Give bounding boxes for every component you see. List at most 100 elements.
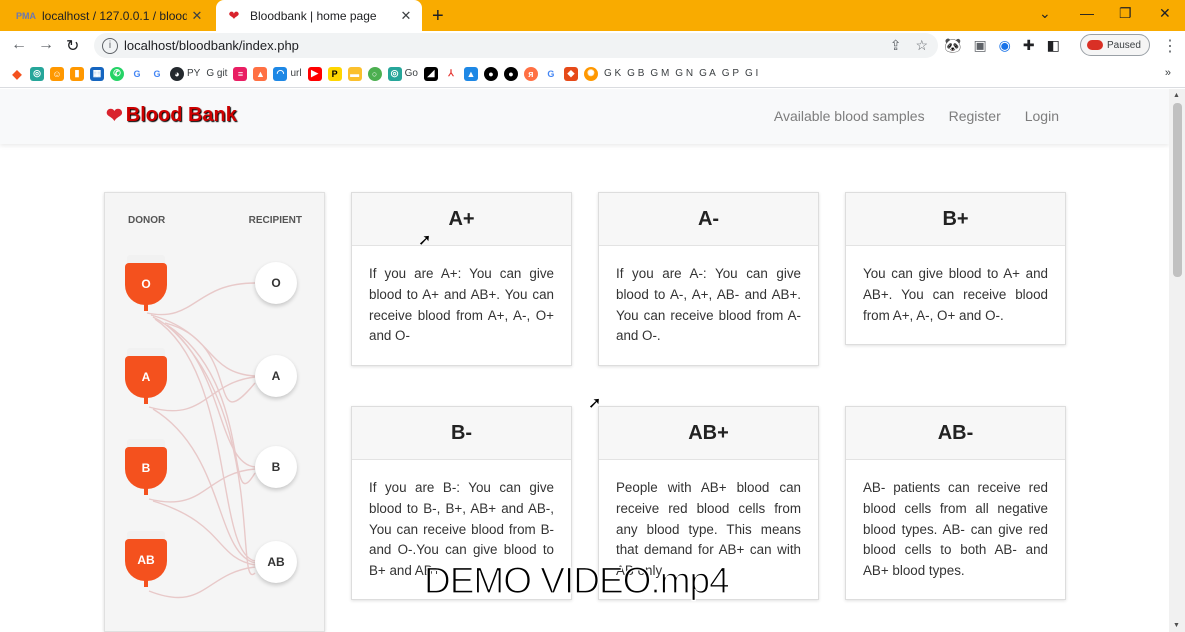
- bookmark-item[interactable]: ⅄: [443, 66, 458, 81]
- scrollbar-thumb[interactable]: [1173, 103, 1182, 277]
- extensions-puzzle-icon[interactable]: ✚: [1023, 37, 1035, 54]
- blood-compatibility-diagram: DONOR RECIPIENT O A B AB O A B AB: [104, 192, 325, 632]
- card-a-negative: A- If you are A-: You can give blood to …: [598, 192, 819, 367]
- mouse-cursor-icon: ➚: [418, 232, 432, 249]
- browser-tab-strip: PMA localhost / 127.0.0.1 / bloodbank ✕ …: [0, 0, 1185, 31]
- card-text: AB- patients can receive red blood cells…: [863, 480, 1048, 579]
- bookmark-item[interactable]: ●: [503, 66, 518, 81]
- site-info-icon[interactable]: i: [102, 37, 118, 54]
- bookmark-item[interactable]: G N: [675, 68, 693, 79]
- extension-blue-icon[interactable]: ◉: [999, 37, 1011, 54]
- card-text: If you are A-: You can give blood to A-,…: [616, 266, 801, 344]
- bookmark-item[interactable]: G A: [699, 68, 716, 79]
- tab-phpmyadmin[interactable]: PMA localhost / 127.0.0.1 / bloodbank ✕: [8, 0, 213, 31]
- bookmark-item[interactable]: G K: [604, 68, 621, 79]
- card-title: A+: [352, 193, 571, 246]
- bookmark-item[interactable]: ◆: [563, 66, 578, 81]
- bookmark-item[interactable]: ▬: [347, 66, 362, 81]
- donor-bag-b: B: [123, 439, 169, 495]
- bookmark-item[interactable]: ☺: [50, 66, 64, 81]
- address-bar[interactable]: i localhost/bloodbank/index.php ⇪ ☆: [94, 33, 938, 58]
- new-tab-icon[interactable]: +: [432, 5, 444, 28]
- close-tab-icon[interactable]: ✕: [187, 8, 207, 24]
- phpmyadmin-icon: PMA: [16, 10, 36, 21]
- mouse-cursor-icon: ➚: [588, 395, 602, 412]
- restore-icon[interactable]: ❐: [1119, 5, 1132, 22]
- bookmark-item[interactable]: ▲: [253, 66, 268, 81]
- bookmark-item[interactable]: ◠ url: [273, 66, 302, 81]
- donor-label: DONOR: [128, 215, 166, 226]
- forward-icon[interactable]: →: [38, 36, 54, 54]
- bookmark-item[interactable]: ✺: [583, 66, 598, 81]
- share-icon[interactable]: ⇪: [890, 37, 902, 54]
- tab-title: localhost / 127.0.0.1 / bloodbank: [42, 8, 187, 23]
- nav-login[interactable]: Login: [1025, 108, 1059, 124]
- bookmark-item[interactable]: ▲: [463, 66, 478, 81]
- bookmark-item[interactable]: G: [544, 67, 558, 81]
- tab-title: Bloodbank | home page: [250, 8, 377, 23]
- brand-text: Blood Bank: [125, 104, 237, 126]
- bookmark-item[interactable]: я: [523, 66, 538, 81]
- bookmark-item[interactable]: G git: [206, 68, 227, 79]
- browser-toolbar: ← → ↻ i localhost/bloodbank/index.php ⇪ …: [0, 31, 1185, 60]
- donor-bag-o: O: [123, 255, 169, 311]
- donor-a-label: A: [125, 356, 167, 398]
- recipient-a: A: [255, 355, 297, 397]
- bookmark-item[interactable]: G: [130, 67, 144, 81]
- extension-panda-icon[interactable]: 🐼: [944, 37, 961, 54]
- tab-search-chevron-icon[interactable]: ⌄: [1039, 5, 1051, 22]
- close-window-icon[interactable]: ✕: [1159, 5, 1171, 22]
- page-scrollbar[interactable]: ▲ ▼: [1169, 89, 1185, 632]
- profile-paused-button[interactable]: Paused: [1080, 34, 1150, 56]
- scroll-down-icon[interactable]: ▼: [1173, 622, 1180, 629]
- bookmark-item[interactable]: ◕ PY: [170, 66, 200, 81]
- bookmark-item[interactable]: ✆: [110, 66, 124, 81]
- profile-avatar-icon: [1087, 40, 1103, 50]
- nav-available-blood-samples[interactable]: Available blood samples: [774, 108, 925, 124]
- back-icon[interactable]: ←: [11, 36, 27, 54]
- recipient-label: RECIPIENT: [248, 215, 302, 226]
- bookmark-item[interactable]: ▮: [70, 66, 84, 81]
- bookmark-star-icon[interactable]: ☆: [915, 37, 928, 54]
- card-title: B+: [846, 193, 1065, 246]
- scroll-up-icon[interactable]: ▲: [1173, 92, 1180, 99]
- bookmark-item[interactable]: ≡: [233, 66, 248, 81]
- more-bookmarks-icon[interactable]: »: [1165, 67, 1171, 79]
- bookmark-item[interactable]: G M: [650, 68, 669, 79]
- bookmark-item[interactable]: ◆: [10, 67, 24, 81]
- card-a-positive: A+ If you are A+: You can give blood to …: [351, 192, 572, 367]
- page-viewport: ❤ Blood Bank Available blood samples Reg…: [0, 89, 1169, 632]
- bookmark-item[interactable]: G: [150, 67, 164, 81]
- donor-bag-ab: AB: [123, 531, 169, 587]
- bookmark-item[interactable]: ▦: [90, 66, 104, 81]
- bookmark-item[interactable]: ◎ Go: [387, 66, 418, 81]
- donor-b-label: B: [125, 447, 167, 489]
- close-tab-icon[interactable]: ✕: [396, 8, 416, 24]
- tab-bloodbank[interactable]: ❤ Bloodbank | home page ✕: [216, 0, 422, 31]
- bookmark-item[interactable]: G B: [627, 68, 644, 79]
- browser-menu-icon[interactable]: ⋮: [1162, 36, 1178, 56]
- bookmark-item[interactable]: ◢: [423, 66, 438, 81]
- card-title: AB+: [599, 407, 818, 460]
- reload-icon[interactable]: ↻: [66, 36, 79, 56]
- nav-register[interactable]: Register: [949, 108, 1001, 124]
- bookmarks-bar: ◆ ◎ ☺ ▮ ▦ ✆ G G ◕ PY G git ≡ ▲ ◠ url ▶ P ▬…: [0, 60, 1185, 88]
- paused-label: Paused: [1107, 39, 1141, 51]
- bookmark-item[interactable]: G I: [745, 68, 758, 79]
- donor-bag-a: A: [123, 348, 169, 404]
- bookmark-item[interactable]: ○: [367, 66, 382, 81]
- bookmark-item[interactable]: ◎: [30, 66, 44, 81]
- url-text: localhost/bloodbank/index.php: [124, 38, 299, 53]
- bookmark-item[interactable]: P: [327, 66, 342, 81]
- donor-o-label: O: [125, 263, 167, 305]
- site-navbar: ❤ Blood Bank Available blood samples Reg…: [0, 89, 1169, 144]
- site-brand[interactable]: ❤ Blood Bank: [106, 103, 237, 128]
- bookmark-item[interactable]: ●: [483, 66, 498, 81]
- recipient-o: O: [255, 262, 297, 304]
- video-watermark: DEMO VIDEO.mp4: [423, 559, 730, 601]
- bookmark-item[interactable]: G P: [722, 68, 739, 79]
- side-panel-icon[interactable]: ◧: [1047, 37, 1060, 54]
- extension-image-icon[interactable]: ▣: [973, 37, 986, 54]
- minimize-icon[interactable]: —: [1080, 5, 1094, 21]
- bookmark-item[interactable]: ▶: [307, 66, 322, 81]
